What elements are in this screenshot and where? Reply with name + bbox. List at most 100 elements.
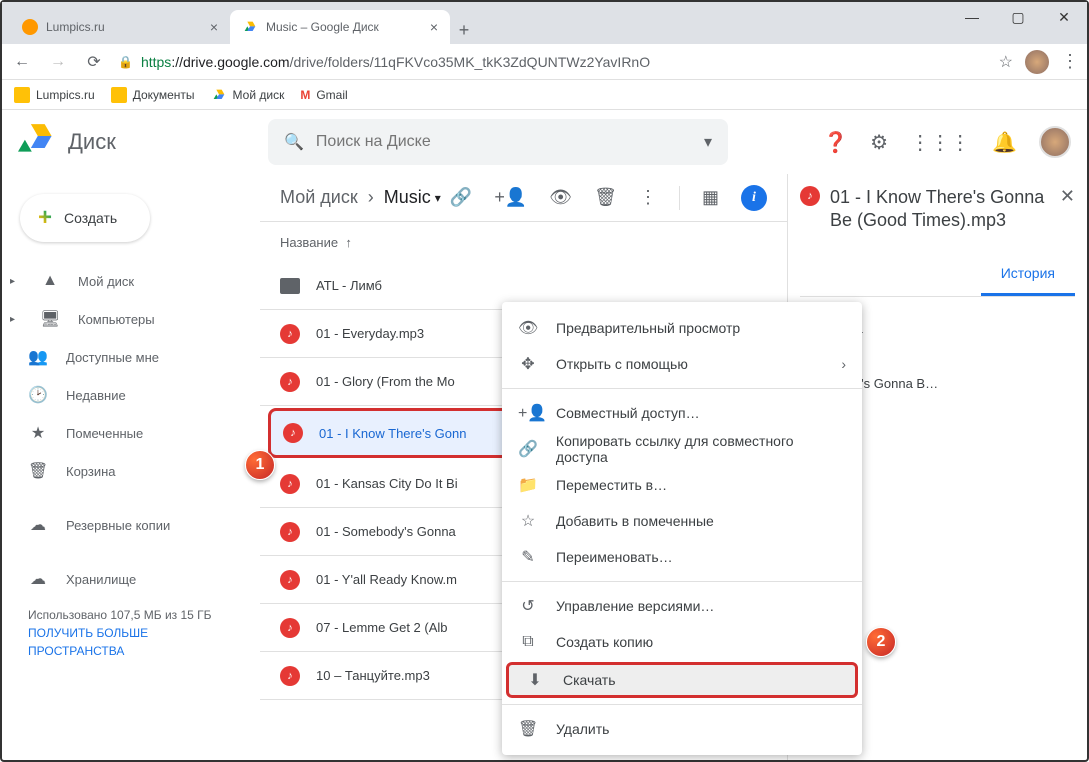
context-menu: 👁Предварительный просмотр ✥Открыть с пом… [502,302,862,755]
ctx-copy-link[interactable]: 🔗Копировать ссылку для совместного досту… [502,431,862,467]
cloud-icon: ☁ [28,515,48,535]
minimize-button[interactable]: — [949,2,995,32]
download-icon: ⬇ [525,670,545,690]
search-icon: 🔍 [284,132,304,152]
audio-icon: ♪ [280,522,300,542]
apps-grid-icon[interactable]: ⋮⋮⋮ [910,130,970,155]
sidebar-item-trash[interactable]: 🗑Корзина [2,452,248,490]
ctx-delete[interactable]: 🗑Удалить [502,711,862,747]
sidebar-item-mydrive[interactable]: ▸▲Мой диск [2,262,248,300]
audio-icon: ♪ [800,186,820,206]
bookmark-lumpics[interactable]: Lumpics.ru [14,87,95,103]
lock-icon: 🔒 [118,55,133,69]
folder-icon [280,278,300,294]
audio-icon: ♪ [280,618,300,638]
history-icon: ↺ [518,596,538,616]
ctx-copy[interactable]: ⧉Создать копию [502,624,862,660]
sidebar-item-computers[interactable]: ▸🖥Компьютеры [2,300,248,338]
drive-title: Диск [68,129,116,155]
forward-button[interactable]: → [46,50,70,74]
annotation-badge-1: 1 [245,450,275,480]
close-details-icon[interactable]: ✕ [1060,186,1075,207]
notifications-bell-icon[interactable]: 🔔 [992,130,1017,155]
grid-view-icon[interactable]: ▦ [702,187,719,208]
folder-move-icon: 📁 [518,475,538,495]
sidebar-item-starred[interactable]: ★Помеченные [2,414,248,452]
eye-icon[interactable]: 👁 [549,187,572,208]
reload-button[interactable]: ⟳ [82,50,106,74]
chevron-right-icon: › [841,356,846,372]
create-button[interactable]: + Создать [20,194,150,242]
drive-header: Диск 🔍 ▾ ❓ ⚙ ⋮⋮⋮ 🔔 [2,110,1087,174]
sidebar-item-storage[interactable]: ☁Хранилище [2,560,248,598]
clock-icon: 🕑 [28,385,48,405]
link-icon: 🔗 [518,439,538,459]
breadcrumb-current[interactable]: Music ▾ [384,187,441,208]
add-user-icon[interactable]: +👤 [494,187,527,208]
sidebar-item-backups[interactable]: ☁Резервные копии [2,506,248,544]
ctx-open-with[interactable]: ✥Открыть с помощью› [502,346,862,382]
browser-titlebar: Lumpics.ru × Music – Google Диск × + — ▢… [2,2,1087,44]
search-input[interactable] [316,133,696,151]
browser-tab-1[interactable]: Lumpics.ru × [10,10,230,44]
ctx-preview[interactable]: 👁Предварительный просмотр [502,310,862,346]
toolbar: Мой диск › Music ▾ 🔗 +👤 👁 🗑 ⋮ ▦ i [260,174,787,222]
copy-icon: ⧉ [518,633,538,651]
sidebar-item-recent[interactable]: 🕑Недавние [2,376,248,414]
chevron-right-icon: › [368,187,374,208]
browser-tab-2-active[interactable]: Music – Google Диск × [230,10,450,44]
cloud-outline-icon: ☁ [28,569,48,589]
breadcrumb: Мой диск › Music ▾ [280,187,441,208]
breadcrumb-root[interactable]: Мой диск [280,187,358,208]
drive-logo[interactable]: Диск [18,124,268,160]
bookmark-star-icon[interactable]: ☆ [999,52,1013,72]
account-avatar[interactable] [1039,126,1071,158]
eye-icon: 👁 [518,318,538,338]
more-icon[interactable]: ⋮ [639,187,657,208]
tab-history[interactable]: История [981,253,1075,296]
tab-title: Music – Google Диск [266,20,379,34]
bookmark-gmail[interactable]: MGmail [300,88,347,102]
star-icon: ☆ [518,511,538,531]
maximize-button[interactable]: ▢ [995,2,1041,32]
back-button[interactable]: ← [10,50,34,74]
storage-used-text: Использовано 107,5 МБ из 15 ГБ [28,606,234,624]
lumpics-favicon [22,19,38,35]
settings-gear-icon[interactable]: ⚙ [870,130,888,155]
url-field[interactable]: 🔒 https://drive.google.com/drive/folders… [118,54,987,70]
ctx-share[interactable]: +👤Совместный доступ… [502,395,862,431]
bookmarks-bar: Lumpics.ru Документы Мой диск MGmail [2,80,1087,110]
bookmark-mydrive[interactable]: Мой диск [211,87,285,103]
help-icon[interactable]: ❓ [823,130,848,155]
chrome-menu-icon[interactable]: ⋮ [1061,51,1079,72]
bookmark-documents[interactable]: Документы [111,87,195,103]
sort-arrow-icon: ↑ [345,235,352,250]
storage-upgrade-link[interactable]: ПОЛУЧИТЬ БОЛЬШЕ ПРОСТРАНСТВА [28,624,234,660]
ctx-star[interactable]: ☆Добавить в помеченные [502,503,862,539]
audio-icon: ♪ [280,372,300,392]
ctx-download[interactable]: ⬇Скачать [506,662,858,698]
profile-avatar[interactable] [1025,50,1049,74]
audio-icon: ♪ [280,474,300,494]
close-tab-icon[interactable]: × [430,19,438,35]
column-header-name[interactable]: Название ↑ [260,222,787,262]
new-tab-button[interactable]: + [450,16,478,44]
close-tab-icon[interactable]: × [210,19,218,35]
info-icon-active[interactable]: i [741,185,767,211]
search-dropdown-icon[interactable]: ▾ [704,132,712,152]
details-title: 01 - I Know There's Gonna Be (Good Times… [830,186,1050,233]
ctx-move[interactable]: 📁Переместить в… [502,467,862,503]
search-box[interactable]: 🔍 ▾ [268,119,728,165]
sidebar: + Создать ▸▲Мой диск ▸🖥Компьютеры 👥Досту… [2,174,260,760]
plus-icon: + [38,204,52,232]
ctx-versions[interactable]: ↺Управление версиями… [502,588,862,624]
link-icon[interactable]: 🔗 [450,187,472,208]
delete-icon[interactable]: 🗑 [594,187,617,208]
audio-icon: ♪ [283,423,303,443]
audio-icon: ♪ [280,324,300,344]
annotation-badge-2: 2 [866,627,896,657]
computer-icon: 🖥 [40,309,60,329]
ctx-rename[interactable]: ✎Переименовать… [502,539,862,575]
sidebar-item-shared[interactable]: 👥Доступные мне [2,338,248,376]
close-window-button[interactable]: ✕ [1041,2,1087,32]
